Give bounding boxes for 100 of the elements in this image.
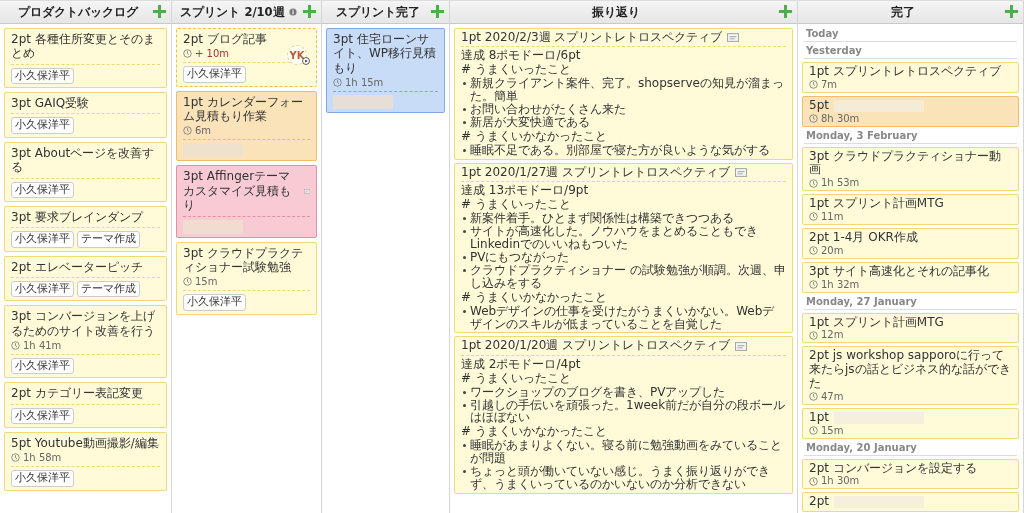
note-text: 達成 2ポモドーロ/4pt (461, 357, 582, 371)
card-title: 3pt サイト高速化とそれの記事化 (809, 264, 989, 279)
task-card[interactable]: 3pt Aboutページを改善する 小久保洋平 (4, 141, 167, 202)
card-title: 1pt スプリント計画MTG (809, 197, 944, 211)
card-title: 2pt ブログ記事 (183, 32, 267, 47)
note-bullet: PVにもつながった (470, 250, 570, 264)
task-card[interactable]: 3pt クラウドプラクティショナー動画 1h 53m (802, 146, 1019, 192)
note-text: # うまくいったこと (461, 63, 572, 77)
note-bullet: 睡眠があまりよくない。寝る前に勉強動画をみていることが問題 (470, 439, 783, 466)
timer-text: 20m (821, 245, 844, 256)
task-card[interactable]: 1pt スプリントレトロスペクティブ 7m (802, 62, 1019, 93)
task-card[interactable]: 2pt ブログ記事 + 10m YK 小久保洋平 (176, 28, 317, 87)
card-title: 2pt 1-4月 OKR作成 (809, 231, 918, 245)
tag[interactable]: テーマ作成 (77, 231, 140, 248)
note-text: # うまくいったこと (461, 371, 571, 385)
task-card[interactable]: 3pt サイト高速化とそれの記事化 1h 32m (802, 261, 1019, 293)
date-heading: Yesterday (804, 45, 1017, 59)
task-card[interactable]: 2pt コンバージョンを設定する 1h 30m (802, 458, 1019, 490)
task-card[interactable]: 2pt 1-4月 OKR作成 20m (802, 228, 1019, 259)
task-card[interactable]: 3pt 要求ブレインダンプ 小久保洋平 テーマ作成 (4, 205, 167, 252)
note-bullet: 新居が大変快適である (470, 115, 590, 129)
card-title: 3pt 住宅ローンサイト、WP移行見積もり (333, 32, 438, 76)
date-heading: Monday, 27 January (804, 295, 1017, 310)
note-bullet: ちょっと頭が働いていない感じ。うまく振り返りができず、うまくいっているのかいないのか分析できない (470, 465, 771, 492)
note-text: # うまくいかなかったこと (461, 290, 608, 304)
date-heading: Monday, 3 February (804, 129, 1017, 144)
column-title: スプリント完了 (335, 3, 420, 21)
card-title: 5pt Youtube動画撮影/編集 (11, 436, 159, 451)
card-title: 3pt クラウドプラクティショナー動画 (809, 149, 1002, 178)
note-text: # うまくいったこと (461, 197, 571, 211)
timer-text: 12m (821, 330, 844, 341)
task-card[interactable]: 1pt カレンダーフォーム見積もり作業 6m (176, 90, 317, 162)
tag[interactable]: 小久保洋平 (11, 117, 74, 134)
task-card[interactable]: 1pt 2020/2/3週 スプリントレトロスペクティブ 達成 8ポモドーロ/6pt # うまくいったこと 新規クライアント案件、完了。shopserveの知見が溜まった。簡単 お問い合わせがたくさん来た 新居が大変快適である # うまくいかなかったこと 睡眠不足である。別部屋で寝た方が良いような気がする (454, 28, 793, 160)
card-title: 1pt 2020/2/3週 スプリントレトロスペクティブ (461, 31, 723, 45)
task-card[interactable]: 2pt (802, 492, 1019, 513)
note-bullet: サイトが高速化した。ノウハウをまとめることもでき Linkedinでのいいねもついた (470, 224, 759, 251)
task-card[interactable]: 5pt 8h 30m (802, 95, 1019, 127)
task-card[interactable]: 3pt Affingerテーマカスタマイズ見積もり (176, 165, 317, 238)
date-heading: Today (804, 28, 1017, 42)
timer-text: 1h 41m (23, 340, 62, 351)
task-card[interactable]: 1pt 15m (802, 407, 1019, 439)
task-card[interactable]: 5pt Youtube動画撮影/編集 1h 58m 小久保洋平 (4, 432, 167, 491)
timer-text: 47m (821, 391, 844, 402)
task-card[interactable]: 2pt 各種住所変更とそのまとめ 小久保洋平 (4, 28, 167, 89)
tag[interactable]: 小久保洋平 (11, 407, 74, 424)
timer-text: 7m (821, 79, 838, 90)
card-title: 1pt (809, 410, 829, 425)
timer-text: 11m (821, 212, 844, 222)
tag[interactable]: 小久保洋平 (11, 358, 74, 375)
note-bullet: 新案件着手。ひとまず関係性は構築できつつある (470, 211, 734, 225)
column-title: スプリント 2/10週 (180, 4, 285, 20)
tag[interactable]: 小久保洋平 (11, 181, 74, 198)
note-bullet: Webデザインの仕事を受けたがうまくいかない。Webデザインのスキルが低まっていることを自覚した (470, 304, 776, 331)
task-card[interactable]: 3pt コンバージョンを上げるためのサイト改善を行う 1h 41m 小久保洋平 (4, 305, 167, 379)
tag[interactable]: 小久保洋平 (11, 470, 74, 487)
task-card[interactable]: 2pt js workshop sapporoに行って来たらjsの話とビジネス的な話ができた 47m (802, 346, 1019, 405)
tag[interactable]: 小久保洋平 (11, 67, 74, 85)
tag[interactable]: 小久保洋平 (11, 280, 74, 298)
task-card[interactable]: 1pt スプリント計画MTG 11m (802, 194, 1019, 225)
timer-text: 1h 53m (821, 178, 860, 189)
task-card[interactable]: 3pt GAIQ受験 小久保洋平 (4, 92, 167, 138)
tag[interactable]: 小久保洋平 (11, 231, 74, 248)
task-card[interactable]: 2pt エレベーターピッチ 小久保洋平 テーマ作成 (4, 255, 167, 302)
card-title: 1pt 2020/1/20週 スプリントレトロスペクティブ (461, 339, 731, 353)
card-title: 2pt js workshop sapporoに行って来たらjsの話とビジネス的な話ができた (809, 349, 1012, 391)
note-bullet: 睡眠不足である。別部屋で寝た方が良いような気がする (470, 143, 770, 157)
timer-text: 1h 58m (23, 452, 62, 464)
task-card[interactable]: 1pt スプリント計画MTG 12m (802, 312, 1019, 344)
timer-text: + 10m (195, 48, 230, 60)
note-bullet: ワークショップのブログを書き、PVアップした (470, 385, 726, 399)
note-text: # うまくいかなかったこと (461, 425, 608, 439)
timer-text: 15m (821, 425, 844, 436)
timer-text: 1h 15m (345, 77, 384, 89)
note-bullet: クラウドプラクティショナー の試験勉強が順調。次週、申し込みをする (470, 263, 786, 290)
note-bullet: 新規クライアント案件、完了。shopserveの知見が溜まった。簡単 (470, 77, 785, 103)
timer-text: 1h 30m (821, 476, 860, 487)
note-bullet: 引越しの手伝いを頑張った。1week前だが自分の段ボールはほぼない (470, 398, 786, 425)
column-title: 完了 (890, 3, 915, 21)
timer-text: 1h 32m (821, 279, 860, 290)
timer-text: 6m (195, 125, 212, 137)
tag[interactable]: 小久保洋平 (183, 294, 246, 311)
column-title: プロダクトバックログ (17, 3, 138, 21)
timer-text: 15m (195, 276, 218, 288)
card-title: 2pt (809, 495, 829, 510)
column-title: 振り返り (591, 3, 640, 21)
card-title: 5pt (809, 98, 829, 113)
note-bullet: お問い合わせがたくさん来た (470, 103, 626, 116)
tag[interactable]: 小久保洋平 (183, 66, 246, 83)
task-card[interactable]: 3pt クラウドプラクティショナー試験勉強 15m 小久保洋平 (176, 241, 317, 315)
note-text: 達成 13ポモドーロ/9pt (461, 184, 590, 197)
card-title: 2pt 各種住所変更とそのまとめ (11, 32, 156, 61)
card-title: 3pt GAIQ受験 (11, 96, 90, 111)
card-title: 3pt Affingerテーマカスタマイズ見積もり (183, 169, 292, 213)
task-card[interactable]: 2pt カテゴリー表記変更 小久保洋平 (4, 382, 167, 428)
tag[interactable]: テーマ作成 (77, 280, 140, 298)
timer-text: 8h 30m (821, 113, 860, 124)
note-text: # うまくいかなかったこと (461, 129, 608, 143)
task-card[interactable]: 3pt 住宅ローンサイト、WP移行見積もり 1h 15m (326, 28, 445, 114)
card-title: 1pt スプリント計画MTG (809, 315, 944, 330)
